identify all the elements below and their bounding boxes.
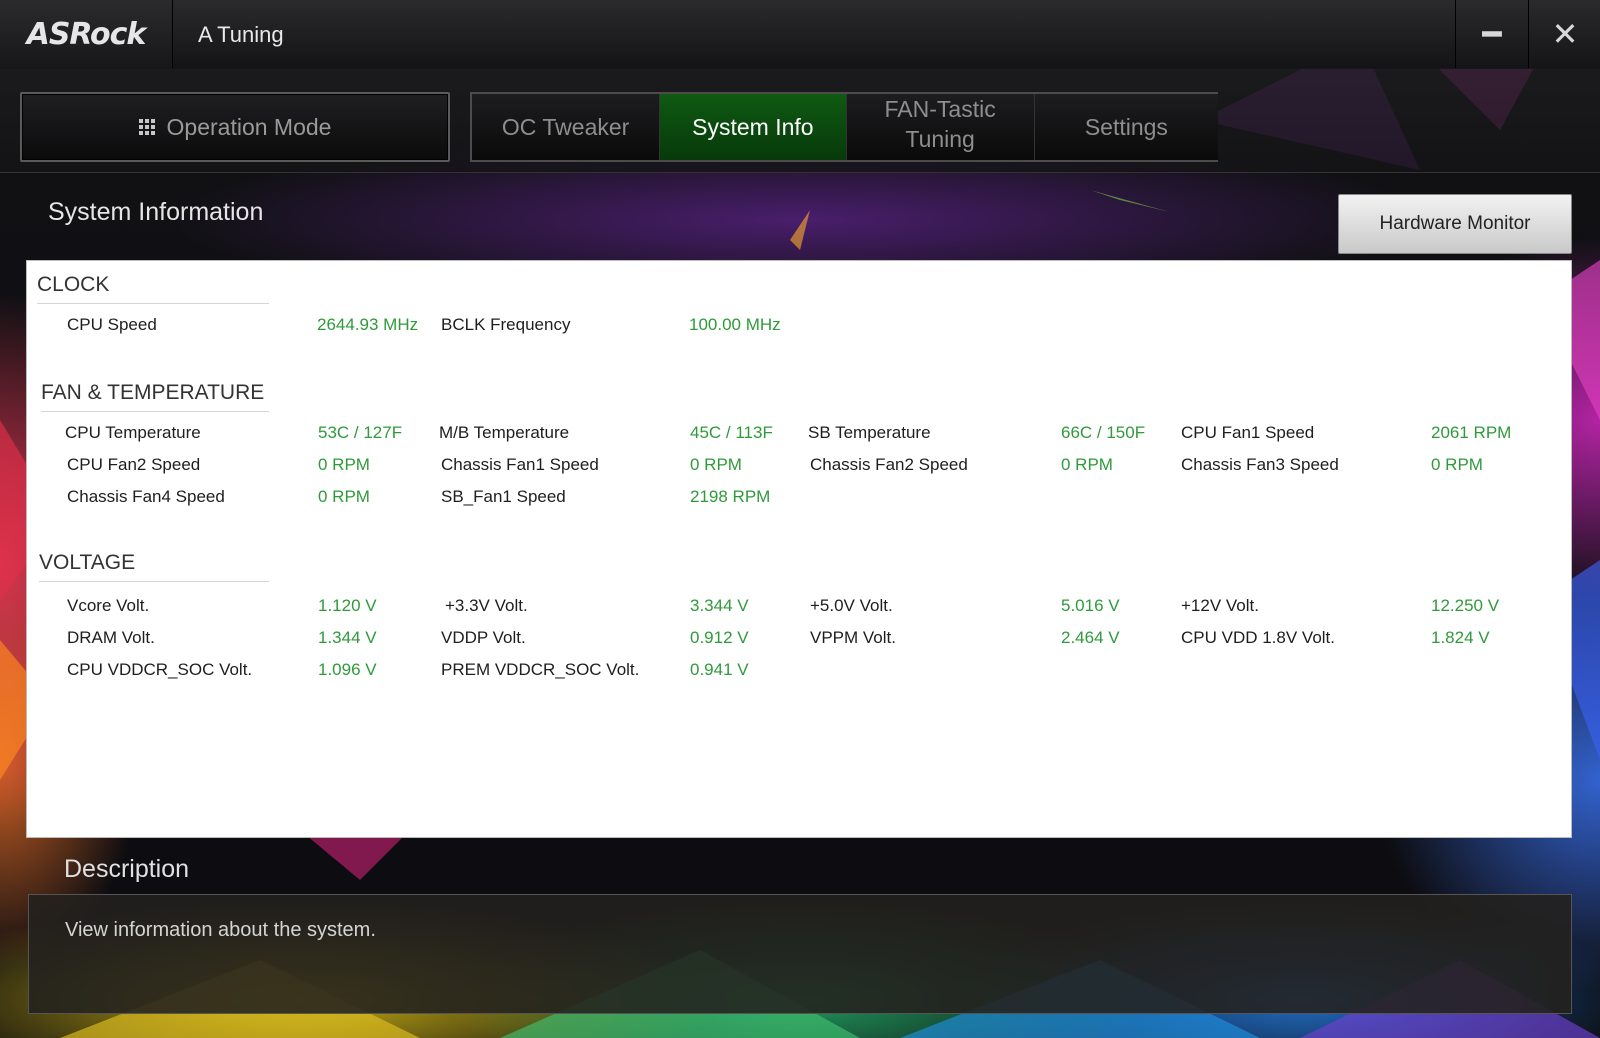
sb-fan1-value: 2198 RPM	[690, 487, 771, 506]
bclk-value: 100.00 MHz	[689, 315, 781, 334]
system-info-panel: CLOCK CPU Speed 2644.93 MHz BCLK Frequen…	[26, 260, 1572, 838]
cpu-vddcr-soc-value: 1.096 V	[318, 660, 377, 679]
tab-oc-tweaker[interactable]: OC Tweaker	[472, 94, 661, 160]
close-icon: ✕	[1551, 15, 1579, 53]
dram-label: DRAM Volt.	[67, 628, 155, 647]
tab-label: OC Tweaker	[501, 114, 630, 140]
fan-temp-heading: FAN & TEMPERATURE	[41, 381, 269, 412]
tab-label: Settings	[1084, 114, 1168, 140]
logo-container: ASRock	[0, 0, 173, 68]
cpu-fan2-label: CPU Fan2 Speed	[67, 455, 201, 474]
tab-fan-tastic-tuning[interactable]: FAN-Tastic Tuning	[846, 94, 1035, 160]
cpu-fan2-value: 0 RPM	[318, 455, 370, 474]
cpu-temp-value: 53C / 127F	[318, 423, 403, 442]
minimize-button[interactable]: ━	[1455, 0, 1528, 68]
page-title: System Information	[48, 198, 264, 226]
cpu-speed-value: 2644.93 MHz	[317, 315, 419, 334]
cpu-speed-label: CPU Speed	[67, 315, 157, 334]
clock-heading: CLOCK	[37, 273, 269, 304]
chassis-fan4-label: Chassis Fan4 Speed	[67, 487, 225, 506]
v12-label: +12V Volt.	[1181, 596, 1259, 615]
description-text: View information about the system.	[65, 919, 376, 941]
main-tabs: OC Tweaker System Info FAN-Tastic Tuning…	[470, 92, 1219, 162]
operation-mode-label: Operation Mode	[166, 113, 332, 140]
voltage-heading: VOLTAGE	[39, 551, 269, 582]
cpu-fan1-label: CPU Fan1 Speed	[1181, 423, 1315, 442]
tab-settings[interactable]: Settings	[1034, 94, 1219, 160]
prem-vddcr-soc-label: PREM VDDCR_SOC Volt.	[441, 660, 640, 679]
v33-label: +3.3V Volt.	[445, 596, 528, 615]
mb-temp-label: M/B Temperature	[439, 423, 570, 442]
chassis-fan3-value: 0 RPM	[1431, 455, 1483, 474]
bclk-label: BCLK Frequency	[441, 315, 571, 334]
title-bar: ASRock A Tuning ━ ✕	[0, 0, 1600, 69]
v50-label: +5.0V Volt.	[810, 596, 893, 615]
sb-temp-value: 66C / 150F	[1061, 423, 1146, 442]
minimize-icon: ━	[1482, 15, 1502, 53]
tab-label: System Info	[692, 114, 814, 140]
vppm-value: 2.464 V	[1061, 628, 1120, 647]
vppm-label: VPPM Volt.	[810, 628, 896, 647]
mb-temp-value: 45C / 113F	[690, 423, 773, 442]
description-box: View information about the system.	[28, 894, 1572, 1014]
cpu-vdd18-value: 1.824 V	[1431, 628, 1490, 647]
grid-icon	[138, 119, 155, 135]
vcore-label: Vcore Volt.	[67, 596, 150, 615]
cpu-temp-label: CPU Temperature	[65, 423, 201, 442]
tab-system-info[interactable]: System Info	[660, 94, 847, 160]
description-title: Description	[64, 855, 190, 883]
chassis-fan1-label: Chassis Fan1 Speed	[441, 455, 599, 474]
v12-value: 12.250 V	[1431, 596, 1500, 615]
app-title: A Tuning	[198, 22, 284, 47]
chassis-fan2-label: Chassis Fan2 Speed	[810, 455, 968, 474]
chassis-fan1-value: 0 RPM	[690, 455, 742, 474]
close-button[interactable]: ✕	[1528, 0, 1600, 68]
vddp-value: 0.912 V	[690, 628, 749, 647]
v50-value: 5.016 V	[1061, 596, 1120, 615]
cpu-fan1-value: 2061 RPM	[1431, 423, 1512, 442]
chassis-fan2-value: 0 RPM	[1061, 455, 1113, 474]
chassis-fan3-label: Chassis Fan3 Speed	[1181, 455, 1339, 474]
sb-temp-label: SB Temperature	[808, 423, 931, 442]
vddp-label: VDDP Volt.	[441, 628, 526, 647]
hardware-monitor-button[interactable]: Hardware Monitor	[1338, 194, 1572, 254]
operation-mode-button[interactable]: Operation Mode	[20, 92, 450, 162]
asrock-logo: ASRock	[26, 16, 147, 52]
chassis-fan4-value: 0 RPM	[318, 487, 370, 506]
sb-fan1-label: SB_Fan1 Speed	[441, 487, 566, 506]
prem-vddcr-soc-value: 0.941 V	[690, 660, 749, 679]
dram-value: 1.344 V	[318, 628, 377, 647]
vcore-value: 1.120 V	[318, 596, 377, 615]
v33-value: 3.344 V	[690, 596, 749, 615]
cpu-vddcr-soc-label: CPU VDDCR_SOC Volt.	[67, 660, 253, 679]
cpu-vdd18-label: CPU VDD 1.8V Volt.	[1181, 628, 1336, 647]
tab-label: FAN-Tastic Tuning	[884, 96, 996, 152]
